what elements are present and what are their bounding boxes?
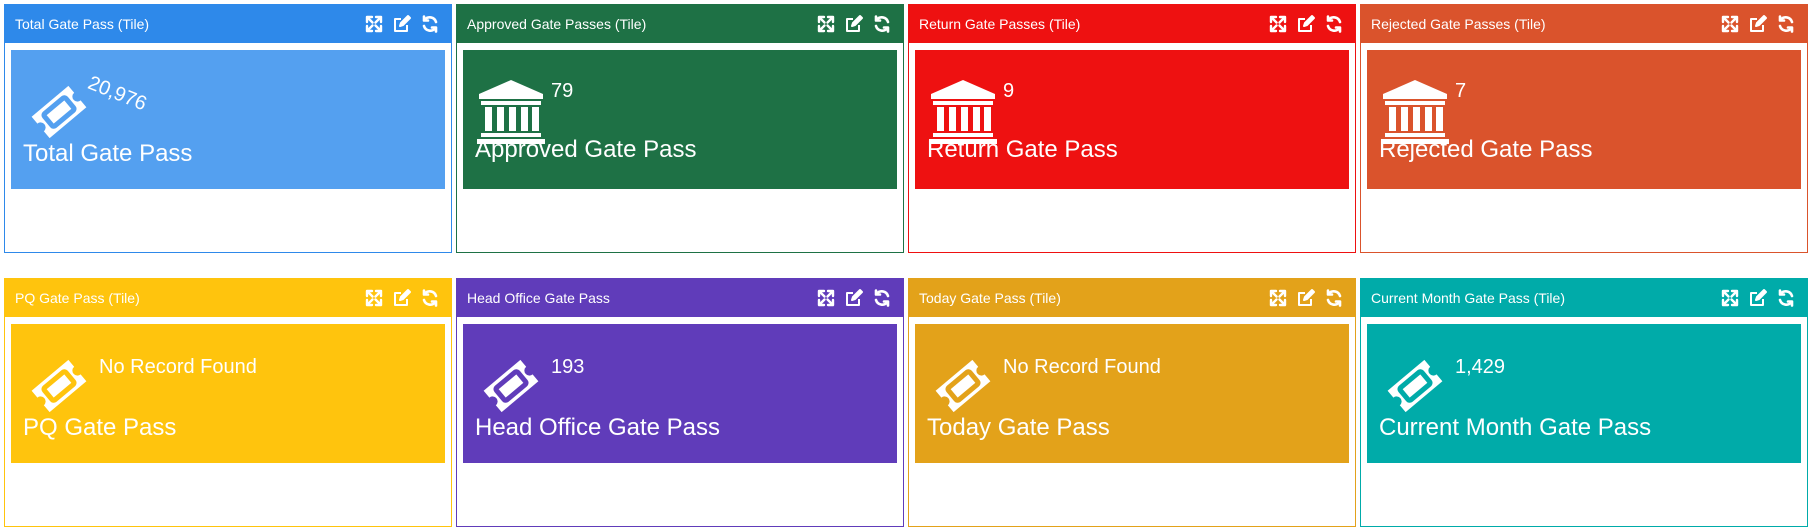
edit-icon[interactable] xyxy=(1295,13,1317,35)
refresh-icon[interactable] xyxy=(871,13,893,35)
widget-header: Head Office Gate Pass xyxy=(457,279,903,317)
widget-pq-gate-pass: PQ Gate Pass (Tile) No Record Found PQ G… xyxy=(4,278,452,527)
widget-title: Head Office Gate Pass xyxy=(467,290,610,306)
tile-label: Rejected Gate Pass xyxy=(1379,136,1593,163)
widget-title: PQ Gate Pass (Tile) xyxy=(15,290,140,306)
widget-today-gate-pass: Today Gate Pass (Tile) No Record Found T… xyxy=(908,278,1356,527)
ticket-icon xyxy=(475,350,547,422)
tile-label: PQ Gate Pass xyxy=(23,414,177,441)
widget-current-month-gate-pass: Current Month Gate Pass (Tile) 1,429 Cur… xyxy=(1360,278,1808,527)
stat-tile[interactable]: 1,429 Current Month Gate Pass xyxy=(1367,324,1801,463)
expand-icon[interactable] xyxy=(1719,13,1741,35)
expand-icon[interactable] xyxy=(1267,287,1289,309)
widget-total-gate-pass: Total Gate Pass (Tile) 20,976 Total Gate… xyxy=(4,4,452,253)
tile-count: 1,429 xyxy=(1455,356,1506,378)
edit-icon[interactable] xyxy=(1747,287,1769,309)
stat-tile[interactable]: 20,976 Total Gate Pass xyxy=(11,50,445,189)
widget-title: Return Gate Passes (Tile) xyxy=(919,16,1081,32)
ticket-icon xyxy=(23,76,95,148)
refresh-icon[interactable] xyxy=(1775,13,1797,35)
tile-count: No Record Found xyxy=(1003,356,1161,378)
edit-icon[interactable] xyxy=(843,13,865,35)
tile-label: Approved Gate Pass xyxy=(475,136,697,163)
widget-title: Today Gate Pass (Tile) xyxy=(919,290,1061,306)
widget-header: PQ Gate Pass (Tile) xyxy=(5,279,451,317)
widget-title: Rejected Gate Passes (Tile) xyxy=(1371,16,1546,32)
dashboard-grid: Total Gate Pass (Tile) 20,976 Total Gate… xyxy=(0,0,1808,527)
widget-title: Approved Gate Passes (Tile) xyxy=(467,16,647,32)
stat-tile[interactable]: 193 Head Office Gate Pass xyxy=(463,324,897,463)
expand-icon[interactable] xyxy=(1719,287,1741,309)
refresh-icon[interactable] xyxy=(1775,287,1797,309)
widget-toolbar xyxy=(1719,13,1797,35)
widget-header: Current Month Gate Pass (Tile) xyxy=(1361,279,1807,317)
widget-toolbar xyxy=(363,13,441,35)
tile-count: 79 xyxy=(551,80,574,102)
expand-icon[interactable] xyxy=(815,13,837,35)
widget-header: Approved Gate Passes (Tile) xyxy=(457,5,903,43)
widget-head-office-gate-pass: Head Office Gate Pass 193 Head Office Ga… xyxy=(456,278,904,527)
stat-tile[interactable]: 79 Approved Gate Pass xyxy=(463,50,897,189)
expand-icon[interactable] xyxy=(363,13,385,35)
refresh-icon[interactable] xyxy=(1323,287,1345,309)
widget-rejected-gate-passes: Rejected Gate Passes (Tile) 7 Rejected G… xyxy=(1360,4,1808,253)
stat-tile[interactable]: 7 Rejected Gate Pass xyxy=(1367,50,1801,189)
stat-tile[interactable]: 9 Return Gate Pass xyxy=(915,50,1349,189)
widget-toolbar xyxy=(815,13,893,35)
edit-icon[interactable] xyxy=(843,287,865,309)
refresh-icon[interactable] xyxy=(419,287,441,309)
tile-count: 193 xyxy=(551,356,585,378)
widget-return-gate-passes: Return Gate Passes (Tile) 9 Return Gate … xyxy=(908,4,1356,253)
expand-icon[interactable] xyxy=(363,287,385,309)
widget-header: Today Gate Pass (Tile) xyxy=(909,279,1355,317)
expand-icon[interactable] xyxy=(1267,13,1289,35)
widget-toolbar xyxy=(1267,13,1345,35)
ticket-icon xyxy=(927,350,999,422)
widget-toolbar xyxy=(1719,287,1797,309)
widget-approved-gate-passes: Approved Gate Passes (Tile) 79 Approved … xyxy=(456,4,904,253)
edit-icon[interactable] xyxy=(1747,13,1769,35)
expand-icon[interactable] xyxy=(815,287,837,309)
ticket-icon xyxy=(23,350,95,422)
ticket-icon xyxy=(1379,350,1451,422)
widget-header: Rejected Gate Passes (Tile) xyxy=(1361,5,1807,43)
widget-toolbar xyxy=(815,287,893,309)
widget-title: Total Gate Pass (Tile) xyxy=(15,16,150,32)
widget-title: Current Month Gate Pass (Tile) xyxy=(1371,290,1565,306)
tile-label: Total Gate Pass xyxy=(23,140,193,167)
tile-count: 9 xyxy=(1003,80,1015,102)
tile-label: Head Office Gate Pass xyxy=(475,414,721,441)
tile-label: Today Gate Pass xyxy=(927,414,1110,441)
refresh-icon[interactable] xyxy=(1323,13,1345,35)
edit-icon[interactable] xyxy=(391,287,413,309)
tile-label: Current Month Gate Pass xyxy=(1379,414,1652,441)
tile-label: Return Gate Pass xyxy=(927,136,1118,163)
edit-icon[interactable] xyxy=(391,13,413,35)
tile-count: 7 xyxy=(1455,80,1467,102)
stat-tile[interactable]: No Record Found Today Gate Pass xyxy=(915,324,1349,463)
widget-header: Return Gate Passes (Tile) xyxy=(909,5,1355,43)
edit-icon[interactable] xyxy=(1295,287,1317,309)
widget-toolbar xyxy=(363,287,441,309)
widget-header: Total Gate Pass (Tile) xyxy=(5,5,451,43)
refresh-icon[interactable] xyxy=(419,13,441,35)
widget-toolbar xyxy=(1267,287,1345,309)
stat-tile[interactable]: No Record Found PQ Gate Pass xyxy=(11,324,445,463)
tile-count: No Record Found xyxy=(99,356,257,378)
refresh-icon[interactable] xyxy=(871,287,893,309)
